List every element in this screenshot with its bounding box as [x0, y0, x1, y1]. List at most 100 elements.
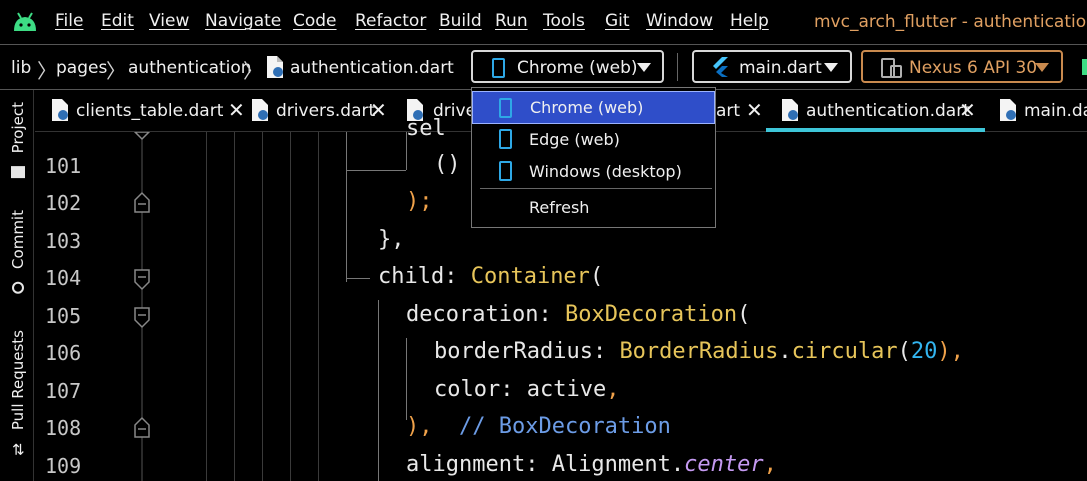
code-line: child: Container(: [378, 264, 603, 289]
breadcrumb-lib[interactable]: lib: [11, 58, 31, 78]
indent-guide: [346, 278, 370, 279]
code-token: );: [406, 189, 433, 214]
code-token: borderRadius:: [434, 339, 620, 364]
menu-window[interactable]: Window: [646, 11, 713, 31]
code-line: borderRadius: BorderRadius.circular(20),: [434, 339, 964, 364]
code-line: color: active,: [434, 377, 619, 402]
android-icon[interactable]: [11, 11, 39, 33]
code-token: ),: [937, 339, 964, 364]
refresh-menu-item[interactable]: Refresh: [472, 191, 715, 224]
menu-git[interactable]: Git: [605, 11, 630, 31]
code-token: (: [589, 264, 604, 289]
code-token: circular: [791, 339, 898, 364]
menu-bar: File Edit View Navigate Code Refactor Bu…: [0, 0, 1087, 44]
close-icon[interactable]: ✕: [959, 98, 976, 122]
code-token: BorderRadius: [619, 339, 779, 364]
code-line: },: [378, 227, 405, 252]
menu-separator: [480, 188, 712, 189]
code-token: decoration:: [406, 302, 565, 327]
code-token: ,: [606, 377, 620, 402]
tab-label: art: [716, 101, 741, 121]
device-selector-label: Chrome (web): [517, 58, 638, 78]
code-token: .: [778, 339, 792, 364]
tab-label: clients_table.dart: [76, 101, 224, 121]
code-token: ,: [763, 452, 777, 477]
phone-icon: [499, 161, 512, 181]
menu-navigate[interactable]: Navigate: [205, 11, 281, 31]
close-icon[interactable]: ✕: [370, 98, 387, 122]
indent-guide: [346, 132, 347, 282]
menu-edit[interactable]: Edit: [101, 11, 134, 31]
chevron-down-icon: [1035, 63, 1049, 72]
run-icon[interactable]: [1082, 59, 1087, 75]
device-option-windows[interactable]: Windows (desktop): [472, 155, 715, 188]
code-token: Container: [470, 264, 590, 289]
close-icon[interactable]: ✕: [746, 98, 763, 122]
device-option-label: Edge (web): [529, 130, 620, 149]
dart-file-icon: [267, 56, 283, 78]
device-option-label: Chrome (web): [530, 98, 644, 117]
code-token: center: [684, 452, 764, 477]
dart-file-icon: [52, 99, 68, 121]
run-config-label: main.dart: [739, 58, 822, 78]
code-token: },: [378, 227, 405, 252]
phone-icon: [499, 129, 512, 149]
menu-build[interactable]: Build: [439, 11, 482, 31]
code-line: (): [434, 152, 461, 177]
code-token: color: active: [434, 377, 607, 402]
menu-refactor[interactable]: Refactor: [355, 11, 426, 31]
emulator-label: Nexus 6 API 30: [909, 58, 1038, 78]
toolbar-separator: [677, 53, 678, 81]
run-config-button[interactable]: main.dart: [692, 50, 852, 83]
breadcrumb-chevron-icon: 〉: [37, 59, 57, 83]
close-icon[interactable]: ✕: [228, 98, 245, 122]
window-title: mvc_arch_flutter - authentication.da: [814, 12, 1087, 32]
breadcrumb-authentication[interactable]: authentication: [128, 58, 252, 78]
phone-icon: [492, 58, 505, 78]
code-line: ), // BoxDecoration: [406, 414, 671, 439]
code-comment: // BoxDecoration: [432, 414, 671, 439]
code-token: child:: [378, 264, 471, 289]
code-token: BoxDecoration: [564, 302, 738, 327]
indent-guide: [346, 170, 406, 171]
menu-run[interactable]: Run: [495, 11, 528, 31]
indent-guide: [234, 132, 235, 481]
device-option-label: Windows (desktop): [529, 162, 682, 181]
refresh-label: Refresh: [529, 198, 590, 217]
indent-guide: [290, 132, 291, 481]
phone-icon: [499, 98, 512, 118]
tab-clients-table[interactable]: clients_table.dart ✕: [50, 90, 250, 132]
menu-file[interactable]: File: [55, 11, 83, 31]
code-token: (: [737, 302, 751, 327]
device-option-edge[interactable]: Edge (web): [472, 123, 715, 156]
breadcrumb-chevron-icon: 〉: [243, 59, 263, 83]
code-line: alignment: Alignment.center,: [406, 452, 777, 477]
menu-help[interactable]: Help: [730, 11, 769, 31]
code-token: 20: [910, 339, 938, 364]
menu-code[interactable]: Code: [293, 11, 337, 31]
indent-guide: [318, 132, 319, 481]
device-dropdown-menu: Chrome (web) Edge (web) Windows (desktop…: [471, 87, 716, 228]
dart-file-icon: [782, 99, 798, 121]
dart-file-icon: [1000, 99, 1016, 121]
device-selector-button[interactable]: Chrome (web): [471, 50, 664, 83]
indent-guide: [406, 338, 407, 420]
indent-guide: [262, 132, 263, 481]
device-option-chrome[interactable]: Chrome (web): [472, 91, 715, 124]
tab-label: authentication.dart: [806, 101, 970, 121]
tab-authentication[interactable]: authentication.dart ✕: [766, 90, 985, 132]
breadcrumb-pages[interactable]: pages: [56, 58, 107, 78]
breadcrumb-chevron-icon: 〉: [106, 59, 126, 83]
code-token: ),: [406, 414, 433, 439]
menu-view[interactable]: View: [149, 11, 189, 31]
emulator-selector-button[interactable]: Nexus 6 API 30: [861, 50, 1063, 83]
indent-guide: [206, 132, 207, 481]
menu-tools[interactable]: Tools: [543, 11, 585, 31]
breadcrumb-file[interactable]: authentication.dart: [290, 58, 454, 78]
flutter-icon: [713, 57, 728, 77]
tab-main[interactable]: main.dar: [998, 90, 1087, 132]
code-line: sel: [406, 116, 446, 141]
code-line: decoration: BoxDecoration(: [406, 302, 750, 327]
indent-guide: [378, 300, 379, 481]
tab-drivers[interactable]: drivers.dart ✕: [250, 90, 400, 132]
